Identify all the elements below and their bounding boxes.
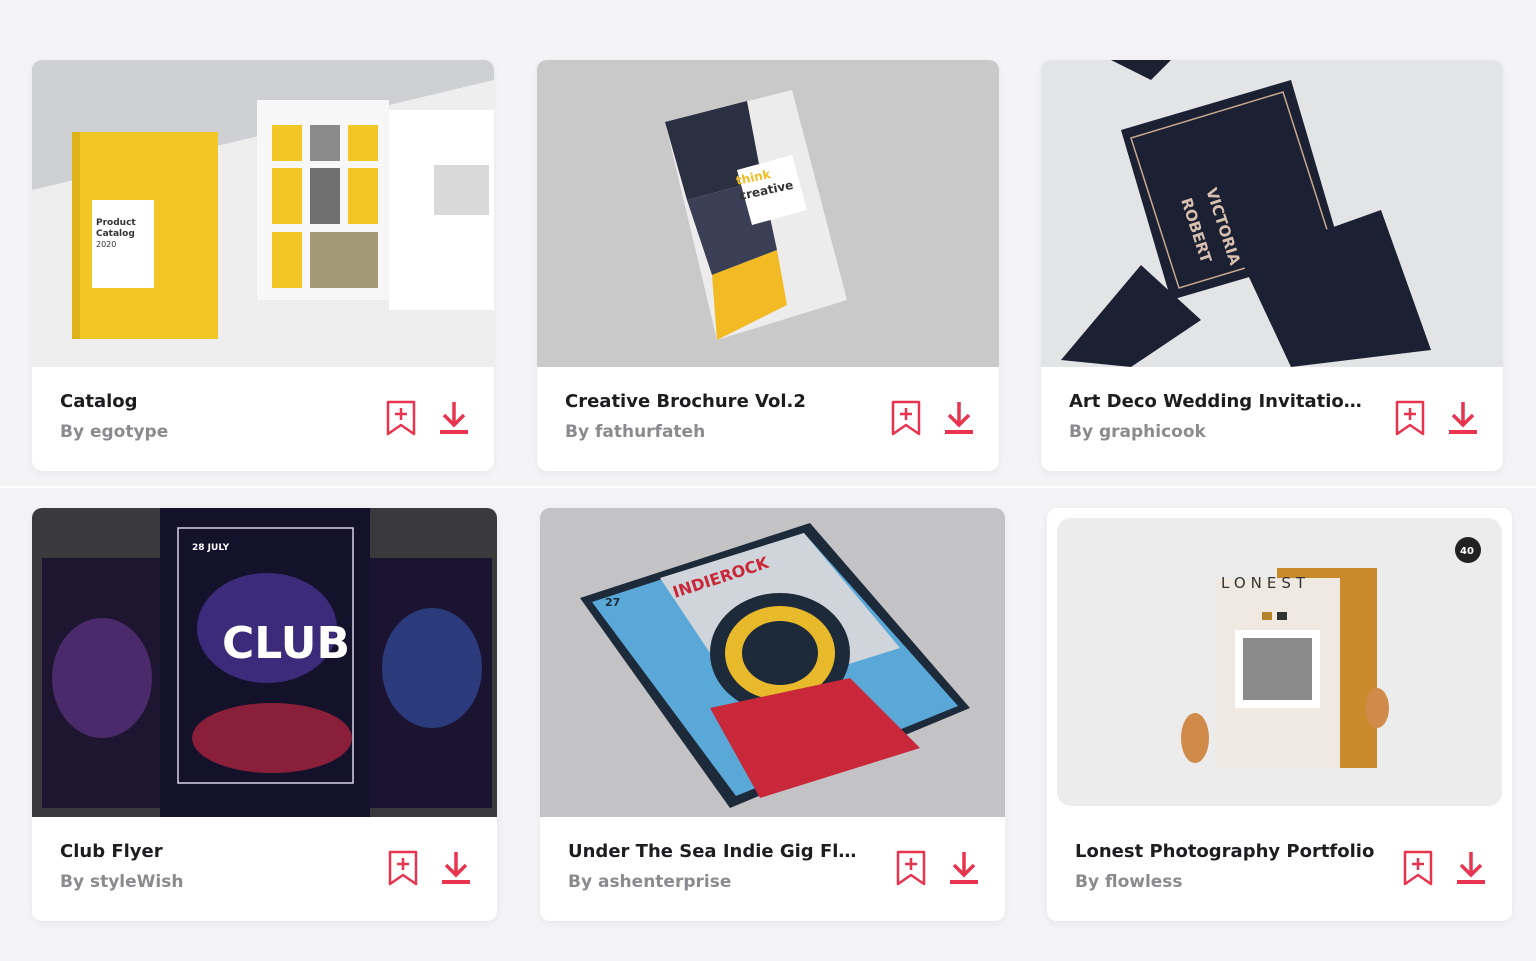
author-line: By graphicook xyxy=(1069,422,1206,442)
author-link[interactable]: styleWish xyxy=(90,872,183,892)
item-card-art-deco-invitation[interactable]: VICTORIA ROBERT Art Deco Wedding Invitat… xyxy=(1041,60,1503,471)
bookmark-add-icon[interactable] xyxy=(896,850,926,886)
thumb-text-year: 2020 xyxy=(96,240,116,249)
item-card-creative-brochure[interactable]: think creative Creative Brochure Vol.2 B… xyxy=(537,60,999,471)
thumb-text-date: 28 JULY xyxy=(192,543,230,553)
thumbnail-image[interactable]: LONEST 40 xyxy=(1047,508,1512,817)
bookmark-add-icon[interactable] xyxy=(1403,850,1433,886)
thumbnail-image[interactable]: think creative xyxy=(537,60,999,367)
card-info: Under The Sea Indie Gig Flyer By ashente… xyxy=(540,817,1005,921)
author-link[interactable]: flowless xyxy=(1105,872,1183,892)
download-icon[interactable] xyxy=(944,400,974,436)
item-card-indie-gig-flyer[interactable]: INDIEROCK 27 Under The Sea Indie Gig Fly… xyxy=(540,508,1005,921)
thumbnail-image[interactable]: Product Catalog 2020 xyxy=(32,60,494,367)
item-title[interactable]: Club Flyer xyxy=(60,841,163,862)
item-title[interactable]: Under The Sea Indie Gig Flyer xyxy=(568,841,868,862)
bookmark-add-icon[interactable] xyxy=(388,850,418,886)
thumb-text-lonest: LONEST xyxy=(1221,574,1310,592)
card-info: Catalog By egotype xyxy=(32,367,494,471)
author-link[interactable]: ashenterprise xyxy=(598,872,731,892)
author-link[interactable]: egotype xyxy=(90,422,168,442)
thumbnail-image[interactable]: 28 JULY CLUB xyxy=(32,508,497,817)
by-label: By xyxy=(565,422,590,442)
item-title[interactable]: Lonest Photography Portfolio xyxy=(1075,841,1374,862)
thumbnail-image[interactable]: INDIEROCK 27 xyxy=(540,508,1005,817)
by-label: By xyxy=(60,872,85,892)
card-info: Club Flyer By styleWish xyxy=(32,817,497,921)
thumb-text-catalog: Catalog xyxy=(96,229,135,239)
by-label: By xyxy=(568,872,593,892)
author-line: By fathurfateh xyxy=(565,422,705,442)
author-line: By egotype xyxy=(60,422,168,442)
item-title[interactable]: Art Deco Wedding Invitation... xyxy=(1069,391,1369,412)
row-divider xyxy=(0,486,1536,488)
card-info: Art Deco Wedding Invitation... By graphi… xyxy=(1041,367,1503,471)
download-icon[interactable] xyxy=(949,850,979,886)
bookmark-add-icon[interactable] xyxy=(1395,400,1425,436)
item-card-lonest-portfolio[interactable]: LONEST 40 Lonest Photography Portfolio B… xyxy=(1047,508,1512,921)
by-label: By xyxy=(1069,422,1094,442)
card-info: Lonest Photography Portfolio By flowless xyxy=(1047,817,1512,921)
author-line: By flowless xyxy=(1075,872,1183,892)
download-icon[interactable] xyxy=(1456,850,1486,886)
item-card-catalog[interactable]: Product Catalog 2020 Catalog By egotype xyxy=(32,60,494,471)
thumbnail-image[interactable]: VICTORIA ROBERT xyxy=(1041,60,1503,367)
author-line: By styleWish xyxy=(60,872,183,892)
thumb-text-product: Product xyxy=(96,218,136,228)
thumb-text-day: 27 xyxy=(605,596,620,609)
by-label: By xyxy=(1075,872,1100,892)
by-label: By xyxy=(60,422,85,442)
author-line: By ashenterprise xyxy=(568,872,731,892)
author-link[interactable]: fathurfateh xyxy=(595,422,705,442)
download-icon[interactable] xyxy=(441,850,471,886)
item-card-club-flyer[interactable]: 28 JULY CLUB Club Flyer By styleWish xyxy=(32,508,497,921)
item-title[interactable]: Creative Brochure Vol.2 xyxy=(565,391,806,412)
bookmark-add-icon[interactable] xyxy=(891,400,921,436)
download-icon[interactable] xyxy=(439,400,469,436)
thumb-text-pages: 40 xyxy=(1460,546,1474,557)
thumb-text-club: CLUB xyxy=(222,618,350,669)
author-link[interactable]: graphicook xyxy=(1099,422,1206,442)
item-title[interactable]: Catalog xyxy=(60,391,138,412)
download-icon[interactable] xyxy=(1448,400,1478,436)
bookmark-add-icon[interactable] xyxy=(386,400,416,436)
card-info: Creative Brochure Vol.2 By fathurfateh xyxy=(537,367,999,471)
